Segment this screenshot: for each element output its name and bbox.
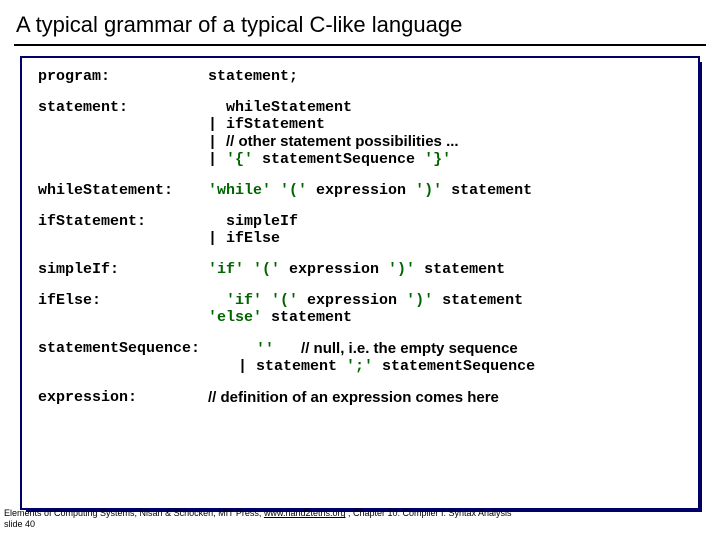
slide-footer: Elements of Computing Systems, Nisan & S… [4,508,512,530]
alt-2: | statement ';' statementSequence [238,358,682,375]
comment-text: // definition of an expression comes her… [208,389,499,406]
rule-label: statement: [38,99,208,116]
rule-body: 'while' '(' expression ')' statement [208,182,682,199]
page-title: A typical grammar of a typical C-like la… [16,12,706,38]
rule-label: ifElse: [38,292,208,309]
comment-text: // null, i.e. the empty sequence [301,340,518,357]
nonterminal: statementSequence [373,358,535,375]
terminal: 'while' '(' [208,182,307,199]
title-divider [14,44,706,46]
slide: A typical grammar of a typical C-like la… [0,0,720,540]
terminal: 'if' '(' [226,292,298,309]
rule-while-statement: whileStatement: 'while' '(' expression '… [38,182,682,199]
nonterminal: statement [442,182,532,199]
alt-1: whileStatement [208,99,682,116]
terminal: '' [256,341,274,358]
rule-body: // definition of an expression comes her… [208,389,682,407]
line-2: 'else' statement [208,309,682,326]
footer-text-1: Elements of Computing Systems, Nisan & S… [4,508,264,518]
rule-body: statement; [208,68,682,85]
line-1: 'if' '(' expression ')' statement [208,292,682,309]
rule-statement: statement: whileStatement | ifStatement … [38,99,682,168]
rule-body: 'if' '(' expression ')' statement 'else'… [208,292,682,326]
rule-body: 'if' '(' expression ')' statement [208,261,682,278]
terminal: ')' [388,261,415,278]
alt-1: simpleIf [208,213,682,230]
footer-link[interactable]: www.nand2tetris.org [264,508,346,518]
rule-label: whileStatement: [38,182,208,199]
spacer [274,341,301,358]
terminal: 'if' '(' [208,261,280,278]
rule-expression: expression: // definition of an expressi… [38,389,682,407]
nonterminal: statement [262,309,352,326]
rule-label: expression: [38,389,208,406]
rule-label: program: [38,68,208,85]
rule-program: program: statement; [38,68,682,85]
terminal: '}' [424,151,451,168]
comment-text: // other statement possibilities ... [226,133,459,150]
alt-1: '' // null, i.e. the empty sequence [238,340,682,358]
nonterminal: | statement [238,358,346,375]
rule-body: whileStatement | ifStatement | // other … [208,99,682,168]
terminal: ')' [415,182,442,199]
nonterminal: statement [415,261,505,278]
rule-statement-sequence: statementSequence: '' // null, i.e. the … [38,340,682,375]
rule-if-else: ifElse: 'if' '(' expression ')' statemen… [38,292,682,326]
footer-slide-number: slide 40 [4,519,35,529]
rule-label: statementSequence: [38,340,238,357]
alt-4: | '{' statementSequence '}' [208,151,682,168]
alt-2: | ifElse [208,230,682,247]
terminal: ')' [406,292,433,309]
terminal: '{' [226,151,253,168]
nonterminal: statement [433,292,523,309]
nonterminal: expression [307,182,415,199]
alt-prefix: | [208,134,226,151]
rule-body: '' // null, i.e. the empty sequence | st… [238,340,682,375]
rule-label: simpleIf: [38,261,208,278]
alt-2: | ifStatement [208,116,682,133]
indent [238,341,256,358]
rule-if-statement: ifStatement: simpleIf | ifElse [38,213,682,247]
alt-prefix: | [208,151,226,168]
nonterminal: statementSequence [253,151,424,168]
alt-3: | // other statement possibilities ... [208,133,682,151]
rule-label: ifStatement: [38,213,208,230]
rule-simple-if: simpleIf: 'if' '(' expression ')' statem… [38,261,682,278]
terminal: 'else' [208,309,262,326]
nonterminal: expression [280,261,388,278]
terminal: ';' [346,358,373,375]
rule-body: simpleIf | ifElse [208,213,682,247]
nonterminal: expression [298,292,406,309]
footer-text-2: , Chapter 10: Compiler I: Syntax Analysi… [345,508,511,518]
grammar-box: program: statement; statement: whileStat… [20,56,700,510]
grammar-box-wrap: program: statement; statement: whileStat… [20,56,700,510]
